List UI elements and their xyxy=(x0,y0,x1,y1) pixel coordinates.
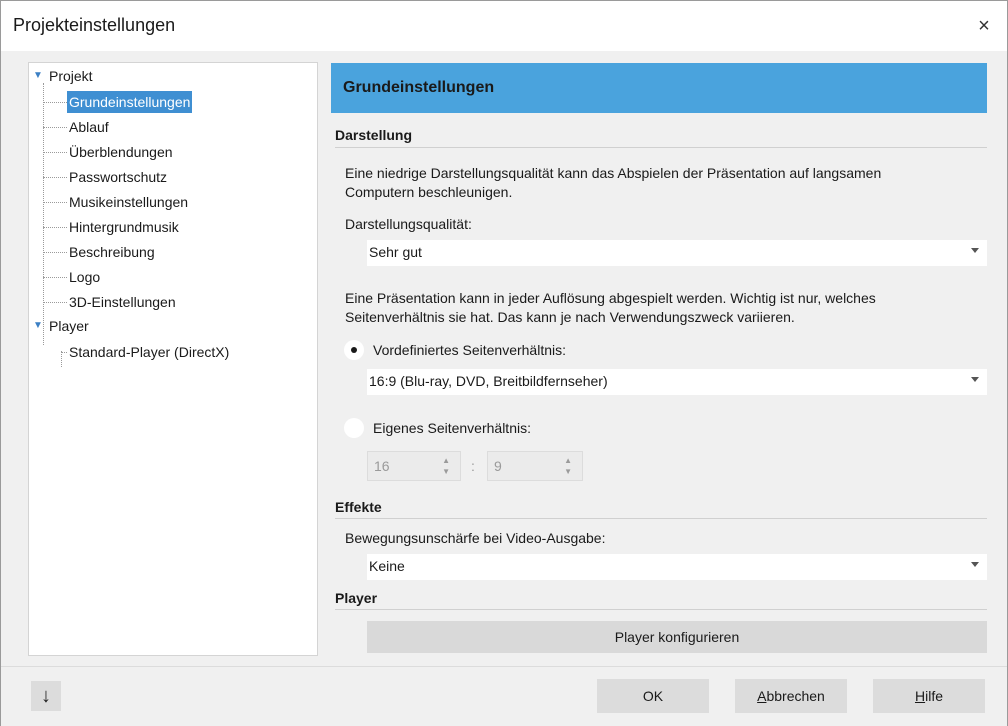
chevron-down-icon[interactable]: ▼ xyxy=(33,65,43,87)
aspect-dropdown-value: 16:9 (Blu-ray, DVD, Breitbildfernseher) xyxy=(369,373,608,389)
tree-item-musikeinstellungen[interactable]: Musikeinstellungen xyxy=(67,191,190,213)
tree-node-projekt[interactable]: ▼ Projekt xyxy=(33,65,95,87)
window-title: Projekteinstellungen xyxy=(13,15,176,35)
help-accelerator: H xyxy=(914,688,926,704)
radio-custom-aspect[interactable] xyxy=(344,418,364,438)
dialog-footer: ↓ OK Abbrechen Hilfe xyxy=(1,666,1007,726)
custom-aspect-label[interactable]: Eigenes Seitenverhältnis: xyxy=(373,419,531,438)
chevron-down-icon xyxy=(971,562,979,567)
tree-item-label: Passwortschutz xyxy=(69,169,168,185)
aspect-description-line1: Eine Präsentation kann in jeder Auflösun… xyxy=(345,290,876,306)
tree-line xyxy=(43,102,67,103)
tree-line xyxy=(43,277,67,278)
radio-dot xyxy=(351,347,357,353)
tree-item-label: Beschreibung xyxy=(69,244,155,260)
tree-item-label: Standard-Player (DirectX) xyxy=(69,344,230,360)
motion-blur-value: Keine xyxy=(369,558,405,574)
custom-width-value: 16 xyxy=(374,458,390,474)
tree-item-3d-einstellungen[interactable]: 3D-Einstellungen xyxy=(67,291,178,313)
tree-item-label: Ablauf xyxy=(69,119,109,135)
section-divider xyxy=(335,147,987,148)
dialog-window: Projekteinstellungen × ▼ Projekt Grundei… xyxy=(0,0,1008,726)
quality-dropdown-value: Sehr gut xyxy=(369,244,422,260)
chevron-up-icon[interactable]: ▲ xyxy=(442,456,450,465)
settings-panel: Grundeinstellungen Darstellung Eine nied… xyxy=(331,63,987,655)
tree-item-label: Grundeinstellungen xyxy=(67,91,193,113)
tree-line xyxy=(43,302,67,303)
radio-predefined-aspect[interactable] xyxy=(344,340,364,360)
tree-line xyxy=(43,152,67,153)
quality-label: Darstellungsqualität: xyxy=(345,216,472,232)
tree-item-grundeinstellungen[interactable]: Grundeinstellungen xyxy=(67,91,193,113)
tree-item-passwortschutz[interactable]: Passwortschutz xyxy=(67,166,169,188)
help-label-rest: ilfe xyxy=(925,688,944,704)
configure-player-button[interactable]: Player konfigurieren xyxy=(367,621,987,653)
chevron-down-icon xyxy=(971,248,979,253)
help-button[interactable]: Hilfe xyxy=(873,679,985,713)
quality-description-line1: Eine niedrige Darstellungsqualität kann … xyxy=(345,165,882,181)
chevron-down-icon[interactable]: ▼ xyxy=(442,467,450,476)
chevron-down-icon xyxy=(971,377,979,382)
tree-line xyxy=(43,227,67,228)
tree-item-beschreibung[interactable]: Beschreibung xyxy=(67,241,157,263)
section-title-effekte: Effekte xyxy=(335,499,382,515)
close-icon: × xyxy=(978,14,990,37)
section-divider xyxy=(335,518,987,519)
tree-line xyxy=(43,202,67,203)
settings-tree: ▼ Projekt Grundeinstellungen Ablauf Über… xyxy=(28,62,318,656)
tree-item-ablauf[interactable]: Ablauf xyxy=(67,116,111,138)
tree-node-label: Player xyxy=(49,318,89,334)
tree-item-label: Logo xyxy=(69,269,101,285)
motion-blur-dropdown[interactable]: Keine xyxy=(367,554,987,580)
tree-line xyxy=(43,252,67,253)
tree-node-player[interactable]: ▼ Player xyxy=(33,315,91,337)
panel-header: Grundeinstellungen xyxy=(331,63,987,113)
motion-blur-label: Bewegungsunschärfe bei Video-Ausgabe: xyxy=(345,530,606,546)
custom-width-stepper[interactable]: 16 ▲ ▼ xyxy=(367,451,461,481)
ok-button[interactable]: OK xyxy=(597,679,709,713)
chevron-down-icon[interactable]: ▼ xyxy=(564,467,572,476)
close-button[interactable]: × xyxy=(961,1,1007,51)
section-title-player: Player xyxy=(335,590,378,606)
chevron-down-icon[interactable]: ▼ xyxy=(33,315,43,337)
quality-dropdown[interactable]: Sehr gut xyxy=(367,240,987,266)
custom-height-stepper[interactable]: 9 ▲ ▼ xyxy=(487,451,583,481)
tree-item-label: Hintergrundmusik xyxy=(69,219,179,235)
tree-line xyxy=(61,351,62,367)
cancel-button[interactable]: Abbrechen xyxy=(735,679,847,713)
arrow-down-icon: ↓ xyxy=(41,685,51,707)
down-arrow-button[interactable]: ↓ xyxy=(31,681,61,711)
cancel-label-rest: bbrechen xyxy=(766,688,825,704)
title-bar: Projekteinstellungen × xyxy=(1,1,1007,51)
tree-line xyxy=(43,127,67,128)
tree-item-logo[interactable]: Logo xyxy=(67,266,102,288)
tree-item-hintergrundmusik[interactable]: Hintergrundmusik xyxy=(67,216,181,238)
tree-line xyxy=(43,83,44,345)
tree-item-ueberblendungen[interactable]: Überblendungen xyxy=(67,141,175,163)
section-title-darstellung: Darstellung xyxy=(335,127,413,143)
tree-item-label: Musikeinstellungen xyxy=(69,194,189,210)
quality-description-line2: Computern beschleunigen. xyxy=(345,184,513,200)
predefined-aspect-label[interactable]: Vordefiniertes Seitenverhältnis: xyxy=(373,341,566,360)
tree-item-label: 3D-Einstellungen xyxy=(69,294,176,310)
section-divider xyxy=(335,609,987,610)
tree-line xyxy=(43,177,67,178)
tree-item-standard-player[interactable]: Standard-Player (DirectX) xyxy=(67,341,231,363)
tree-item-label: Überblendungen xyxy=(69,144,173,160)
aspect-separator: : xyxy=(471,458,475,474)
aspect-description-line2: Seitenverhältnis sie hat. Das kann je na… xyxy=(345,309,795,325)
aspect-dropdown[interactable]: 16:9 (Blu-ray, DVD, Breitbildfernseher) xyxy=(367,369,987,395)
chevron-up-icon[interactable]: ▲ xyxy=(564,456,572,465)
custom-height-value: 9 xyxy=(494,458,502,474)
tree-node-label: Projekt xyxy=(49,68,93,84)
